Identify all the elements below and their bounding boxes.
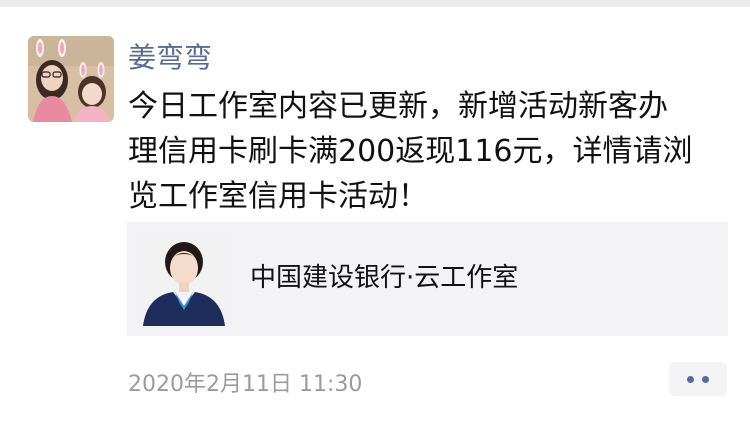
- more-actions-button[interactable]: [669, 362, 727, 396]
- author-name[interactable]: 姜弯弯: [128, 38, 212, 78]
- post-timestamp: 2020年2月11日 11:30: [128, 372, 363, 397]
- more-dots-icon: [702, 375, 709, 383]
- author-avatar[interactable]: [28, 36, 114, 122]
- post-text: 今日工作室内容已更新，新增活动新客办 理信用卡刷卡满200返现116元，详情请浏…: [128, 89, 693, 214]
- top-divider: [0, 0, 750, 7]
- shared-link-card[interactable]: 中国建设银行·云工作室: [127, 222, 728, 336]
- more-dots-icon: [687, 375, 694, 383]
- link-title: 中国建设银行·云工作室: [250, 263, 519, 293]
- link-thumbnail: [137, 232, 231, 326]
